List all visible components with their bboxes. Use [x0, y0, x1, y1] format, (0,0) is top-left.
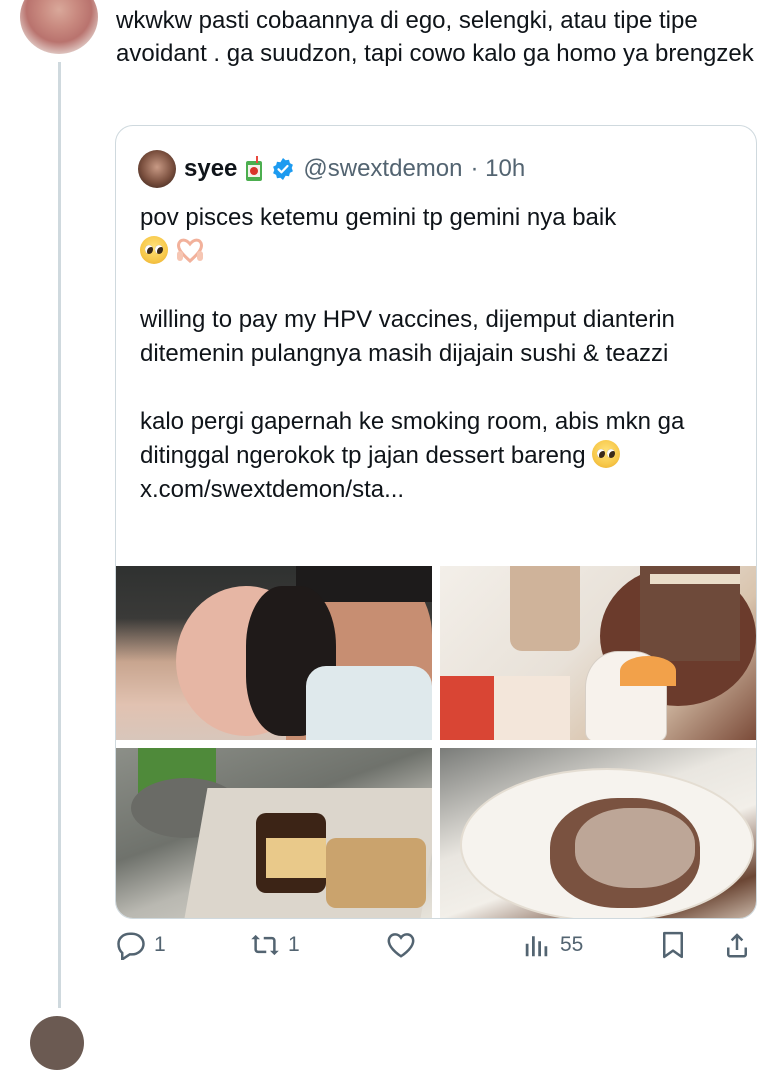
media-photo-drinks-cake[interactable]: [440, 566, 756, 740]
quoted-author-avatar[interactable]: [138, 150, 176, 188]
bookmark-button[interactable]: [658, 930, 688, 960]
repost-button[interactable]: 1: [250, 930, 300, 960]
quoted-post-link[interactable]: x.com/swextdemon/sta...: [140, 476, 404, 503]
juice-box-emoji-icon: [245, 156, 263, 182]
quoted-post[interactable]: syee @swextdemon · 10h pov pisces ketemu…: [115, 125, 757, 919]
reply-button[interactable]: 1: [116, 930, 166, 960]
pleading-face-emoji-icon: [140, 236, 168, 264]
reply-icon: [117, 932, 145, 960]
heart-hands-emoji-icon: [175, 237, 205, 264]
bookmark-icon: [663, 931, 683, 959]
like-button[interactable]: [386, 930, 416, 960]
quoted-paragraph-2: willing to pay my HPV vaccines, dijemput…: [140, 306, 675, 367]
media-photo-matcha-basque-cheesecake[interactable]: [116, 748, 432, 918]
quoted-author-handle[interactable]: @swextdemon: [303, 155, 462, 183]
quoted-post-body: pov pisces ketemu gemini tp gemini nya b…: [140, 201, 740, 541]
thread-connector-line: [58, 62, 61, 1008]
media-photo-couple-selfie[interactable]: [116, 566, 432, 740]
repost-count: 1: [288, 933, 300, 956]
quoted-paragraph-1: pov pisces ketemu gemini tp gemini nya b…: [140, 201, 740, 269]
quoted-post-time: · 10h: [470, 155, 526, 182]
share-icon: [727, 933, 747, 958]
media-photo-tiramisu[interactable]: [440, 748, 756, 918]
share-button[interactable]: [722, 930, 752, 960]
reply-author-avatar[interactable]: [20, 0, 98, 54]
post-action-bar: 1 1 55: [0, 930, 773, 970]
reply-text: wkwkw pasti cobaannya di ego, selengki, …: [116, 7, 754, 67]
quoted-author-name[interactable]: syee: [184, 155, 237, 183]
views-count: 55: [560, 933, 584, 956]
views-button[interactable]: 55: [522, 930, 583, 960]
heart-icon: [387, 933, 415, 958]
quoted-post-header: syee @swextdemon · 10h: [138, 149, 525, 189]
analytics-icon: [525, 936, 548, 957]
next-reply-avatar[interactable]: [30, 1016, 84, 1070]
verified-badge-icon: [271, 157, 295, 181]
pleading-face-emoji-icon: [592, 440, 621, 468]
repost-icon: [251, 934, 279, 956]
quoted-media-grid: [116, 566, 756, 918]
quoted-line-1: pov pisces ketemu gemini tp gemini nya b…: [140, 204, 617, 231]
quoted-paragraph-3: kalo pergi gapernah ke smoking room, abi…: [140, 405, 740, 507]
reply-count: 1: [154, 933, 166, 956]
